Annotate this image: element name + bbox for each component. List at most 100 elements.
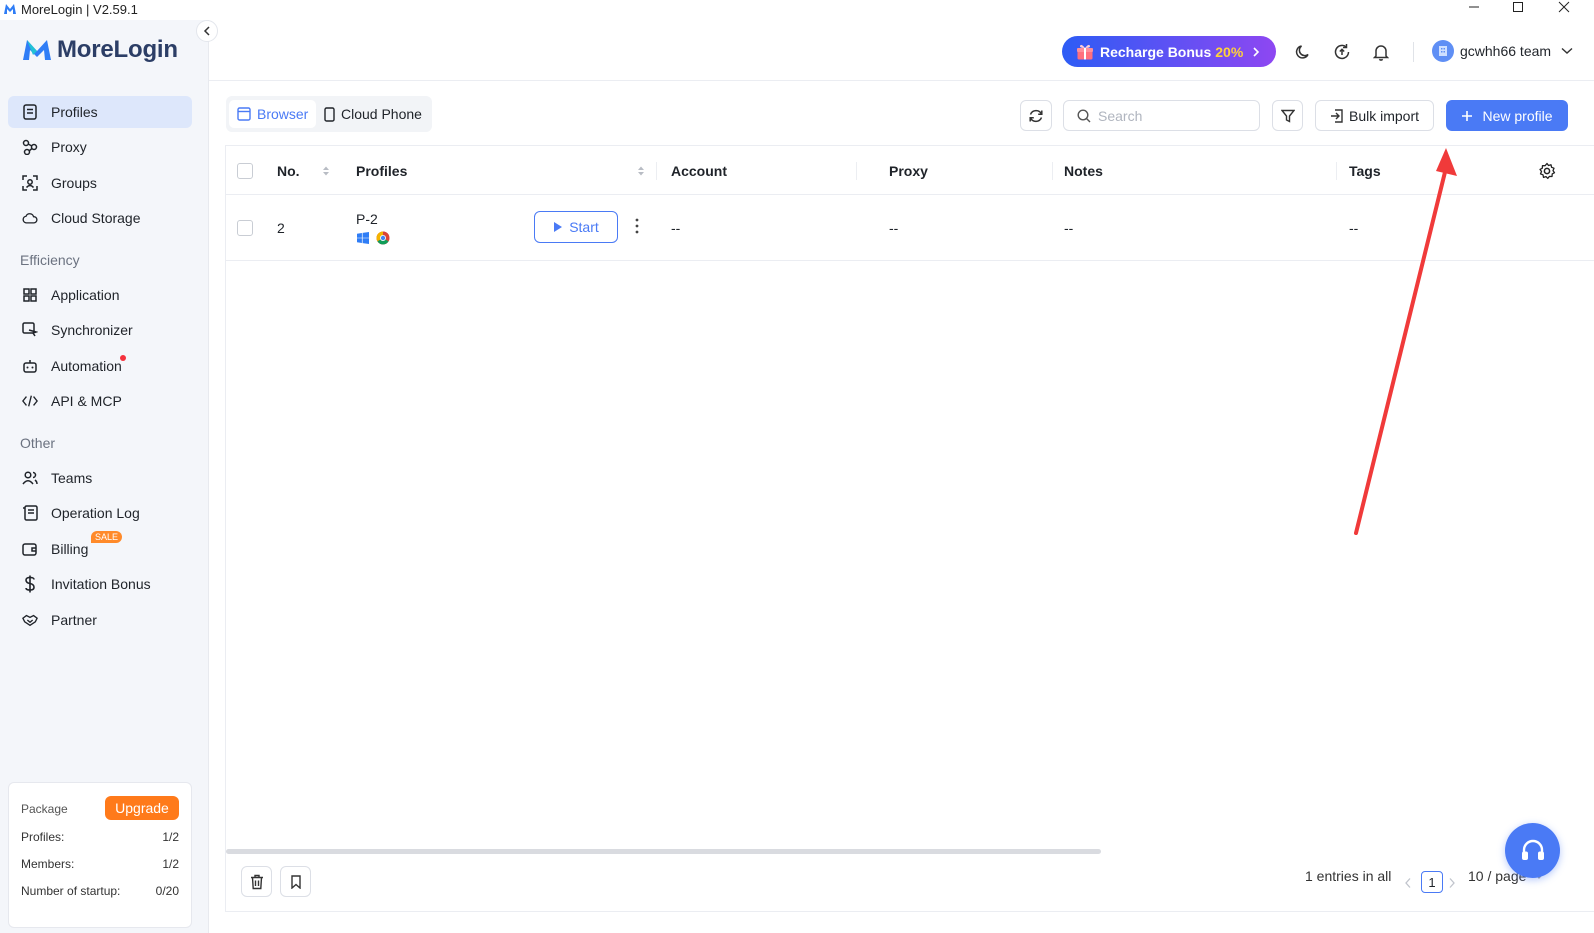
column-separator <box>1052 162 1053 180</box>
cell-tags: -- <box>1349 220 1359 236</box>
recharge-label: Recharge Bonus <box>1100 43 1212 60</box>
sidebar-item-cloud-storage[interactable]: Cloud Storage <box>8 202 192 234</box>
column-separator <box>856 162 857 180</box>
column-header-tags[interactable]: Tags <box>1349 146 1381 195</box>
upgrade-button[interactable]: Upgrade <box>105 796 179 820</box>
sidebar: MoreLogin Profiles Proxy Groups Cloud St… <box>0 20 209 933</box>
tab-browser[interactable]: Browser <box>229 100 317 128</box>
minimize-icon[interactable] <box>1466 0 1482 14</box>
profile-type-switch: Browser Cloud Phone <box>226 96 432 132</box>
chrome-icon <box>376 231 390 245</box>
delete-button[interactable] <box>241 866 272 897</box>
sidebar-item-operation-log[interactable]: Operation Log <box>8 497 192 529</box>
profile-name[interactable]: P-2 <box>356 211 378 227</box>
sort-icon[interactable] <box>637 165 645 177</box>
new-profile-button[interactable]: New profile <box>1446 100 1568 131</box>
bulk-import-button[interactable]: Bulk import <box>1315 100 1434 131</box>
sidebar-item-automation[interactable]: Automation <box>8 350 192 382</box>
import-icon <box>1330 108 1343 123</box>
sidebar-item-proxy[interactable]: Proxy <box>8 131 192 163</box>
sidebar-item-groups[interactable]: Groups <box>8 167 192 199</box>
section-efficiency: Efficiency <box>20 252 80 268</box>
sidebar-item-profiles[interactable]: Profiles <box>8 96 192 128</box>
groups-icon <box>22 175 38 191</box>
browser-window-icon <box>237 107 251 121</box>
filter-button[interactable] <box>1272 100 1303 131</box>
maximize-icon[interactable] <box>1510 0 1526 14</box>
tab-cloud-phone[interactable]: Cloud Phone <box>316 100 430 128</box>
table-row[interactable]: 2 P-2 Start -- -- -- -- <box>226 196 1594 261</box>
prev-page-icon[interactable] <box>1404 877 1412 889</box>
close-window-icon[interactable] <box>1556 0 1572 14</box>
sidebar-item-synchronizer[interactable]: Synchronizer <box>8 314 192 346</box>
package-row: Profiles: 1/2 <box>21 830 179 844</box>
horizontal-scrollbar[interactable] <box>226 849 1101 854</box>
sidebar-item-label: Application <box>51 287 120 303</box>
handshake-icon <box>22 612 38 628</box>
entries-count: 1 entries in all <box>1305 868 1392 884</box>
tab-label: Cloud Phone <box>341 106 422 122</box>
column-header-proxy[interactable]: Proxy <box>889 146 928 195</box>
row-checkbox[interactable] <box>237 220 253 236</box>
start-label: Start <box>569 219 599 235</box>
package-row: Members: 1/2 <box>21 857 179 871</box>
package-row: Number of startup: 0/20 <box>21 884 179 898</box>
page-number[interactable]: 1 <box>1421 871 1443 893</box>
sort-icon[interactable] <box>322 165 330 177</box>
bell-icon[interactable] <box>1371 42 1391 62</box>
column-header-profiles[interactable]: Profiles <box>356 146 407 195</box>
window-title: MoreLogin | V2.59.1 <box>21 1 138 17</box>
sidebar-item-label: Teams <box>51 470 93 486</box>
profiles-table: No. Profiles Account Proxy Notes Tags 2 … <box>225 145 1594 912</box>
brand-name: MoreLogin <box>57 36 178 63</box>
column-header-notes[interactable]: Notes <box>1064 146 1103 195</box>
log-icon <box>22 505 38 521</box>
sidebar-item-application[interactable]: Application <box>8 279 192 311</box>
collapse-sidebar-button[interactable] <box>196 20 218 42</box>
cloud-icon <box>22 210 38 226</box>
grid-icon <box>22 287 38 303</box>
header-divider-line <box>209 80 1594 81</box>
plus-icon <box>1462 110 1473 121</box>
sidebar-item-teams[interactable]: Teams <box>8 462 192 494</box>
sidebar-item-api-mcp[interactable]: API & MCP <box>8 385 192 417</box>
search-icon <box>1077 108 1091 122</box>
sync-upload-icon[interactable] <box>1332 42 1352 62</box>
search-input[interactable] <box>1098 107 1248 124</box>
team-avatar <box>1432 40 1454 62</box>
dollar-icon <box>22 575 38 593</box>
notification-dot <box>120 355 126 361</box>
table-header: No. Profiles Account Proxy Notes Tags <box>226 146 1594 195</box>
sale-badge: SALE <box>91 531 123 543</box>
sidebar-item-label: Profiles <box>51 104 98 120</box>
team-name: gcwhh66 team <box>1460 43 1552 59</box>
sidebar-item-label: Invitation Bonus <box>51 576 151 592</box>
recharge-bonus-button[interactable]: Recharge Bonus 20% <box>1062 36 1276 67</box>
sidebar-item-billing[interactable]: Billing SALE <box>8 531 192 565</box>
new-profile-label: New profile <box>1482 107 1553 124</box>
sidebar-item-label: API & MCP <box>51 393 122 409</box>
refresh-icon <box>1029 109 1043 122</box>
package-title: Package <box>21 802 68 816</box>
gift-icon <box>1077 44 1093 59</box>
column-separator <box>1336 162 1337 180</box>
select-all-checkbox[interactable] <box>237 163 253 179</box>
sidebar-item-label: Proxy <box>51 139 87 155</box>
column-header-account[interactable]: Account <box>671 146 727 195</box>
next-page-icon[interactable] <box>1448 877 1456 889</box>
profile-doc-icon <box>22 104 38 120</box>
sidebar-item-label: Partner <box>51 612 97 628</box>
start-button[interactable]: Start <box>534 211 618 243</box>
column-header-no[interactable]: No. <box>277 146 300 195</box>
wallet-icon <box>22 541 38 557</box>
support-chat-button[interactable] <box>1505 823 1560 878</box>
more-options-icon[interactable] <box>635 218 639 234</box>
team-selector[interactable]: gcwhh66 team <box>1432 40 1573 62</box>
brand-logo[interactable]: MoreLogin <box>23 36 178 64</box>
sidebar-item-partner[interactable]: Partner <box>8 604 192 636</box>
sidebar-item-invitation-bonus[interactable]: Invitation Bonus <box>8 568 192 600</box>
dark-mode-icon[interactable] <box>1293 42 1313 62</box>
refresh-button[interactable] <box>1020 100 1052 131</box>
bookmark-button[interactable] <box>280 866 311 897</box>
gear-icon[interactable] <box>1538 162 1556 180</box>
